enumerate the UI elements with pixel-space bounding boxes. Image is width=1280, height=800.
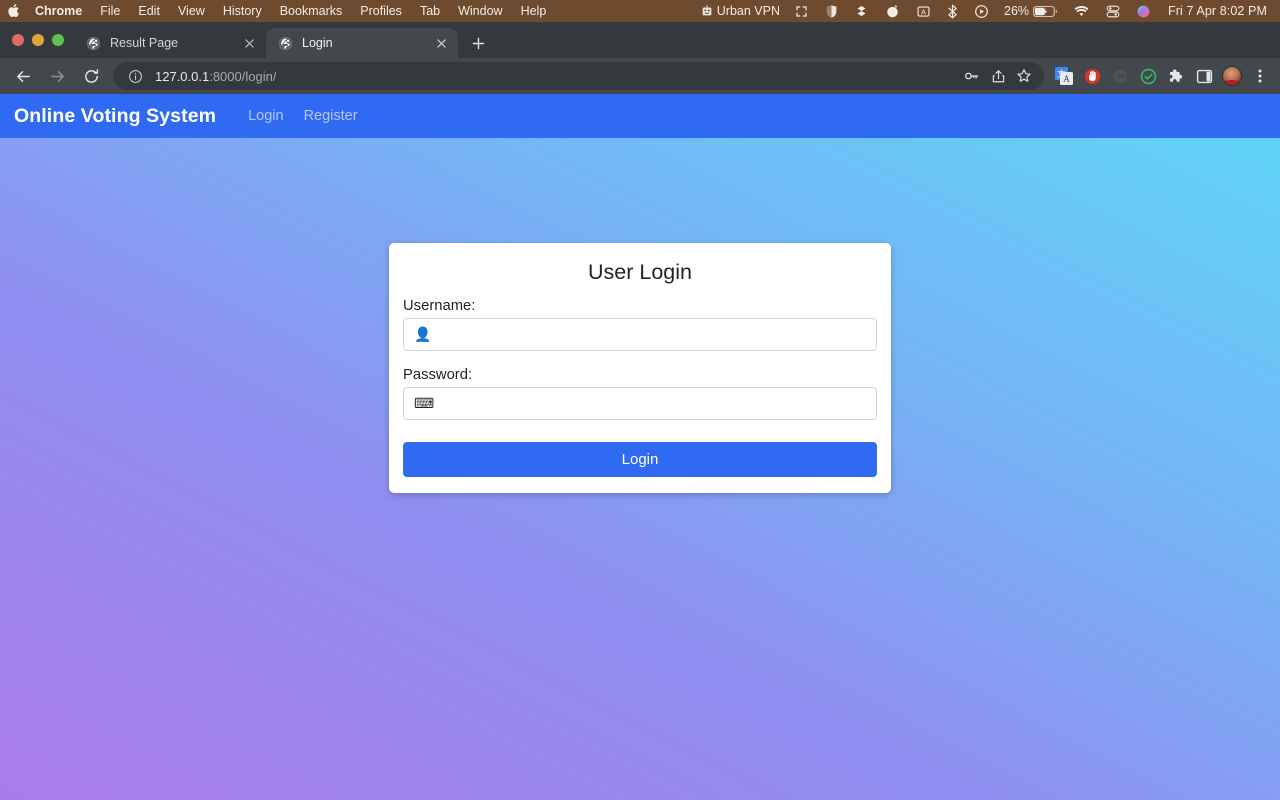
dark-reader-icon[interactable] — [1107, 63, 1133, 89]
globe-icon — [278, 36, 293, 51]
bookmark-star-icon[interactable] — [1012, 64, 1036, 88]
username-label: Username: — [403, 298, 476, 314]
url-text: 127.0.0.1:8000/login/ — [155, 69, 276, 84]
wifi-icon[interactable] — [1065, 5, 1098, 18]
screen-mirroring-icon[interactable] — [786, 4, 817, 19]
menu-item-profiles[interactable]: Profiles — [351, 0, 411, 22]
tab-result-page[interactable]: Result Page — [74, 28, 266, 58]
password-label: Password: — [403, 367, 473, 383]
tab-title: Login — [302, 36, 333, 50]
menu-bar-items: Chrome File Edit View History Bookmarks … — [0, 0, 555, 22]
grammarly-icon[interactable] — [877, 4, 908, 19]
svg-text:A: A — [1063, 74, 1070, 84]
bitwarden-icon[interactable] — [817, 4, 846, 19]
site-brand[interactable]: Online Voting System — [14, 105, 216, 128]
svg-text:A: A — [921, 8, 926, 16]
side-panel-icon[interactable] — [1191, 63, 1217, 89]
login-card: User Login Username: 👤 Password: ⌨ Login — [389, 243, 891, 493]
menu-item-window[interactable]: Window — [449, 0, 511, 22]
url-path: :8000/login/ — [209, 68, 277, 84]
battery-charging-icon — [1033, 5, 1058, 17]
tab-close-icon[interactable] — [241, 35, 258, 52]
info-circle-icon[interactable] — [123, 64, 147, 88]
urban-vpn-label: Urban VPN — [716, 4, 780, 18]
text-input-icon[interactable]: A — [908, 4, 939, 19]
nav-link-login[interactable]: Login — [238, 108, 293, 124]
tab-login[interactable]: Login — [266, 28, 458, 58]
page-title: User Login — [588, 260, 692, 284]
tab-title: Result Page — [110, 36, 179, 50]
checkmark-extension-icon[interactable] — [1135, 63, 1161, 89]
close-window-button[interactable] — [12, 34, 24, 46]
urban-vpn-status-item[interactable]: Urban VPN — [692, 4, 786, 18]
dropbox-icon[interactable] — [846, 4, 877, 18]
chrome-window: Result Page Login 127.0.0.1:8000/login/ … — [0, 22, 1280, 800]
globe-icon — [86, 36, 101, 51]
url-host: 127.0.0.1 — [155, 68, 210, 84]
adblock-icon[interactable] — [1079, 63, 1105, 89]
menu-item-help[interactable]: Help — [512, 0, 556, 22]
apple-logo-icon[interactable] — [0, 3, 26, 20]
profile-avatar[interactable] — [1219, 63, 1245, 89]
menu-item-view[interactable]: View — [169, 0, 214, 22]
tab-close-icon[interactable] — [433, 35, 450, 52]
site-navbar: Online Voting System Login Register — [0, 94, 1280, 138]
omnibox-actions — [960, 64, 1036, 88]
window-controls — [12, 22, 74, 58]
extensions-puzzle-icon[interactable] — [1163, 63, 1189, 89]
three-dot-menu-icon[interactable] — [1247, 63, 1273, 89]
google-translate-icon[interactable]: 文 A — [1051, 63, 1077, 89]
menu-bar-clock[interactable]: Fri 7 Apr 8:02 PM — [1159, 4, 1271, 18]
share-icon[interactable] — [986, 64, 1010, 88]
menu-item-file[interactable]: File — [91, 0, 129, 22]
now-playing-icon[interactable] — [966, 4, 997, 19]
tab-strip: Result Page Login — [0, 22, 1280, 58]
password-input[interactable]: ⌨ — [403, 387, 877, 420]
menu-item-history[interactable]: History — [214, 0, 271, 22]
address-bar[interactable]: 127.0.0.1:8000/login/ — [113, 62, 1044, 90]
forward-arrow-icon[interactable] — [43, 62, 71, 90]
macos-menu-bar: Chrome File Edit View History Bookmarks … — [0, 0, 1280, 22]
back-arrow-icon[interactable] — [9, 62, 37, 90]
bluetooth-icon[interactable] — [939, 4, 966, 19]
login-submit-button[interactable]: Login — [403, 442, 877, 477]
reload-icon[interactable] — [77, 62, 105, 90]
battery-percent-label: 26% — [1004, 4, 1030, 18]
keyboard-icon: ⌨ — [414, 395, 435, 411]
menu-item-edit[interactable]: Edit — [129, 0, 169, 22]
menu-item-chrome[interactable]: Chrome — [26, 0, 91, 22]
menu-item-tab[interactable]: Tab — [411, 0, 449, 22]
menu-bar-status-items: Urban VPN A 26% Fri 7 Apr 8:02 PM — [692, 4, 1271, 19]
nav-link-register[interactable]: Register — [294, 108, 368, 124]
web-page-viewport: Online Voting System Login Register User… — [0, 94, 1280, 800]
minimize-window-button[interactable] — [32, 34, 44, 46]
field-spacer — [403, 351, 877, 367]
username-input[interactable]: 👤 — [403, 318, 877, 351]
control-center-icon[interactable] — [1098, 4, 1128, 19]
password-key-icon[interactable] — [960, 64, 984, 88]
page-content-area: User Login Username: 👤 Password: ⌨ Login — [0, 138, 1280, 800]
siri-icon[interactable] — [1128, 4, 1159, 19]
person-icon: 👤 — [414, 326, 432, 342]
new-tab-button[interactable] — [464, 29, 492, 57]
maximize-window-button[interactable] — [52, 34, 64, 46]
battery-status-item[interactable]: 26% — [997, 4, 1065, 18]
browser-toolbar: 127.0.0.1:8000/login/ 文 A — [0, 58, 1280, 94]
menu-item-bookmarks[interactable]: Bookmarks — [271, 0, 352, 22]
